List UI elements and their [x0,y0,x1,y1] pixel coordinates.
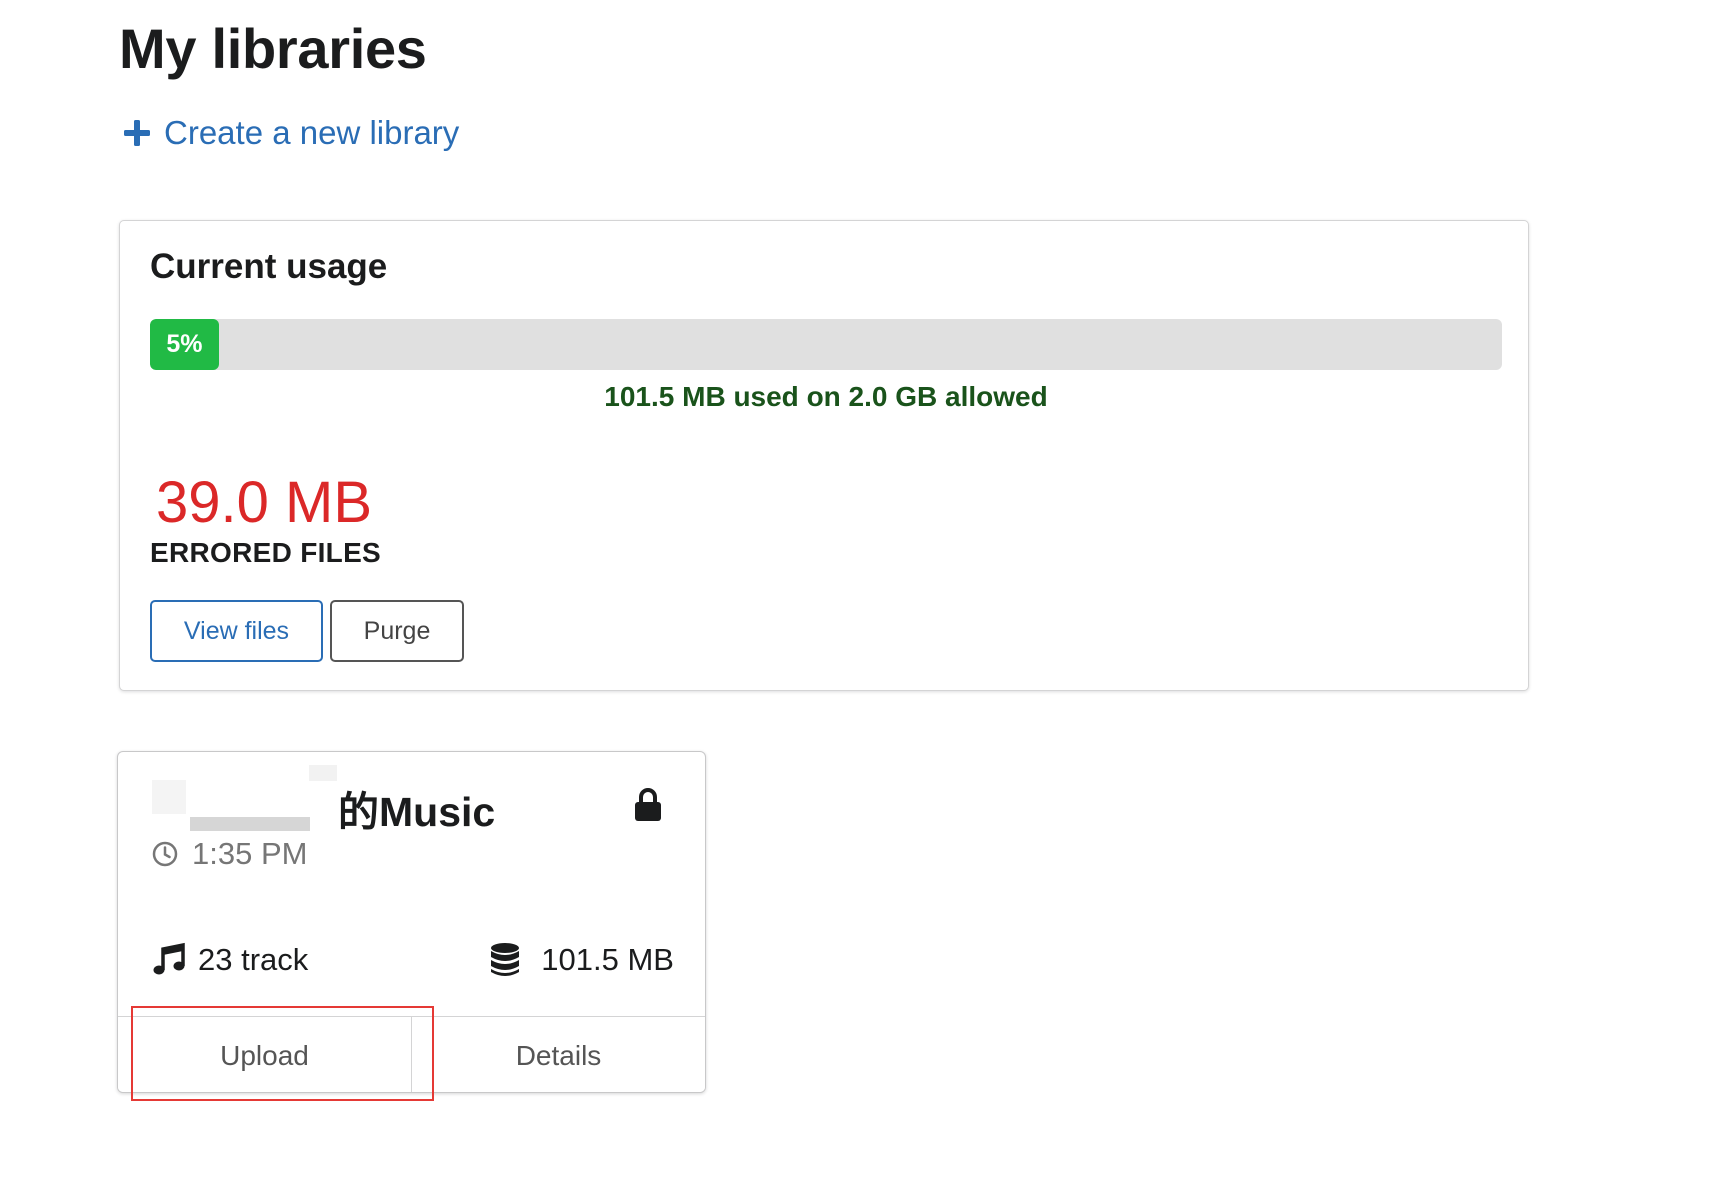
create-library-link[interactable]: Create a new library [122,114,459,152]
usage-progress-label: 5% [166,330,203,358]
errored-files-size: 39.0 MB [156,470,372,535]
clock-icon [152,841,178,867]
library-name: 的Music [338,789,496,835]
library-card: 的Music 1:35 PM 23 track 101.5 MB Upload … [117,751,706,1093]
view-files-button[interactable]: View files [150,600,323,662]
lock-icon [635,788,661,821]
upload-button[interactable]: Upload [118,1017,411,1092]
redacted-area [190,817,310,831]
usage-progress-fill: 5% [150,319,219,370]
library-size: 101.5 MB [489,942,674,978]
library-size-text: 101.5 MB [541,942,674,977]
library-time-text: 1:35 PM [192,836,308,871]
errored-files-label: ERRORED FILES [150,537,382,568]
library-track-count-text: 23 track [198,942,309,977]
usage-summary-text: 101.5 MB used on 2.0 GB allowed [604,381,1048,412]
page: My libraries Create a new library Curren… [0,0,1726,1198]
plus-icon [124,120,150,146]
library-actions: Upload Details [118,1016,705,1092]
page-title: My libraries [119,17,427,80]
redacted-area [309,765,337,781]
library-stats: 23 track 101.5 MB [152,942,674,978]
database-icon [491,943,520,976]
usage-title: Current usage [150,247,388,286]
purge-button[interactable]: Purge [330,600,464,662]
usage-progress-bar: 5% [150,319,1502,370]
details-button[interactable]: Details [411,1017,705,1092]
music-note-icon [153,942,185,975]
library-updated-time: 1:35 PM [152,836,307,872]
library-track-count: 23 track [152,942,308,978]
create-library-label: Create a new library [164,114,460,151]
redacted-area [152,780,186,814]
usage-card: Current usage 5% 101.5 MB used on 2.0 GB… [119,220,1529,691]
